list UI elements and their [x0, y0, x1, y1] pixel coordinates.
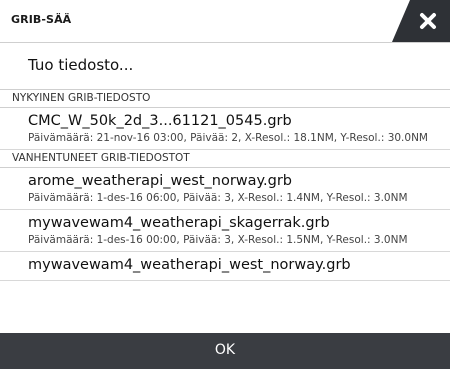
close-button[interactable]: [392, 0, 450, 42]
file-name: mywavewam4_weatherapi_skagerrak.grb: [28, 215, 330, 231]
ok-button[interactable]: OK: [0, 333, 450, 369]
current-grib-file-item[interactable]: CMC_W_50k_2d_3...61121_0545.grb Päivämää…: [0, 108, 450, 150]
grib-weather-dialog: GRIB-SÄÄ Tuo tiedosto... NYKYINEN GRIB-T…: [0, 0, 450, 369]
file-details: Päivämäärä: 21-nov-16 03:00, Päivää: 2, …: [28, 132, 428, 144]
file-name: mywavewam4_weatherapi_west_norway.grb: [28, 257, 351, 273]
close-icon: [392, 0, 450, 42]
file-name: arome_weatherapi_west_norway.grb: [28, 173, 293, 189]
file-details: Päivämäärä: 1-des-16 06:00, Päivää: 3, X…: [28, 192, 408, 204]
ok-button-label: OK: [214, 342, 236, 358]
expired-grib-section-header: VANHENTUNEET GRIB-TIEDOSTOT: [0, 150, 450, 168]
file-details: Päivämäärä: 1-des-16 00:00, Päivää: 3, X…: [28, 234, 408, 246]
file-name: CMC_W_50k_2d_3...61121_0545.grb: [28, 113, 292, 129]
import-file-item[interactable]: Tuo tiedosto...: [0, 43, 450, 90]
dialog-title: GRIB-SÄÄ: [11, 13, 72, 26]
expired-grib-file-item[interactable]: arome_weatherapi_west_norway.grb Päivämä…: [0, 168, 450, 210]
import-file-label: Tuo tiedosto...: [28, 56, 134, 74]
expired-grib-file-item[interactable]: mywavewam4_weatherapi_west_norway.grb: [0, 252, 450, 281]
grib-file-list[interactable]: Tuo tiedosto... NYKYINEN GRIB-TIEDOSTO C…: [0, 43, 450, 333]
current-grib-section-header: NYKYINEN GRIB-TIEDOSTO: [0, 90, 450, 108]
expired-grib-file-item[interactable]: mywavewam4_weatherapi_skagerrak.grb Päiv…: [0, 210, 450, 252]
dialog-titlebar: GRIB-SÄÄ: [0, 0, 450, 43]
